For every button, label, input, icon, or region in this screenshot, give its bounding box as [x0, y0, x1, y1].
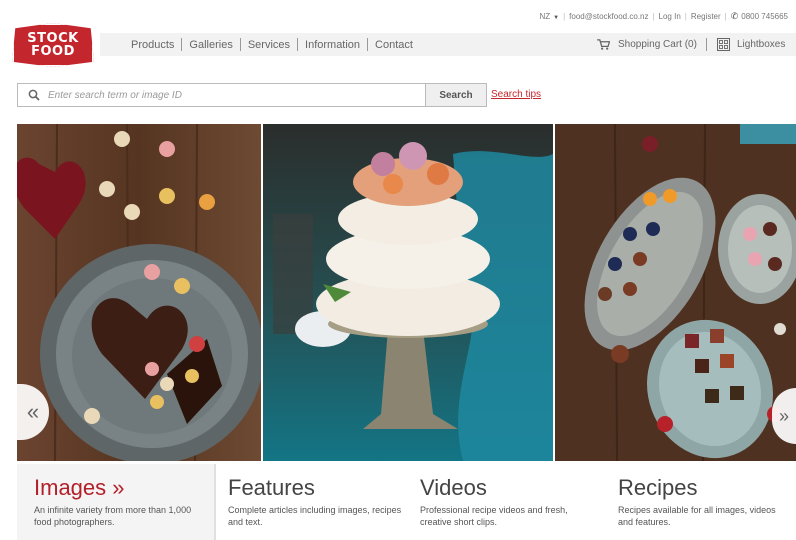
feature-title: Videos: [420, 475, 487, 500]
search-input[interactable]: [48, 89, 408, 101]
chevron-down-icon: ▼: [553, 14, 560, 21]
hero-image-pavlova[interactable]: [263, 124, 553, 461]
hero-slider: « »: [17, 124, 796, 461]
stockfood-logo[interactable]: STOCK FOOD: [12, 23, 94, 67]
feature-description: An infinite variety from more than 1,000…: [34, 505, 192, 527]
utility-bar: NZ ▼ | food@stockfood.co.nz | Log In | Re…: [539, 10, 788, 21]
nav-item-galleries[interactable]: Galleries: [182, 39, 239, 51]
phone-number: 0800 745665: [741, 11, 788, 21]
nav-item-contact[interactable]: Contact: [368, 39, 420, 51]
search-box: [17, 83, 426, 107]
search-icon: [28, 89, 40, 101]
feature-description: Complete articles including images, reci…: [228, 505, 402, 527]
feature-description: Professional recipe videos and fresh, cr…: [420, 505, 568, 527]
email-link[interactable]: food@stockfood.co.nz: [569, 12, 648, 21]
nav-menu: Products Galleries Services Information …: [131, 38, 420, 51]
nav-item-services[interactable]: Services: [241, 39, 297, 51]
feature-videos[interactable]: Videos Professional recipe videos and fr…: [410, 464, 606, 540]
country-selector[interactable]: NZ ▼: [539, 12, 559, 21]
feature-sections: Images » An infinite variety from more t…: [17, 464, 796, 540]
hero-image-chocolate-hearts[interactable]: [17, 124, 261, 461]
lightbox-grid-icon: [717, 38, 730, 51]
feature-title: Recipes: [618, 475, 698, 500]
shopping-cart-icon: [597, 39, 610, 50]
search-tips-link[interactable]: Search tips: [491, 89, 541, 100]
main-navigation: Products Galleries Services Information …: [100, 33, 796, 56]
search-button[interactable]: Search: [425, 83, 487, 107]
lightboxes-link[interactable]: Lightboxes: [717, 33, 785, 56]
feature-title: Images »: [34, 475, 125, 500]
nav-item-products[interactable]: Products: [131, 39, 181, 51]
shopping-cart-link[interactable]: Shopping Cart (0): [597, 33, 697, 56]
feature-title: Features: [228, 475, 315, 500]
feature-features[interactable]: Features Complete articles including ima…: [216, 464, 410, 540]
hero-image-chocolate-platters[interactable]: [555, 124, 796, 461]
feature-description: Recipes available for all images, videos…: [618, 505, 776, 527]
phone-icon: ✆: [730, 10, 739, 21]
login-link[interactable]: Log In: [659, 12, 681, 21]
feature-recipes[interactable]: Recipes Recipes available for all images…: [606, 464, 796, 540]
feature-images[interactable]: Images » An infinite variety from more t…: [17, 464, 214, 540]
register-link[interactable]: Register: [691, 12, 721, 21]
nav-item-information[interactable]: Information: [298, 39, 367, 51]
